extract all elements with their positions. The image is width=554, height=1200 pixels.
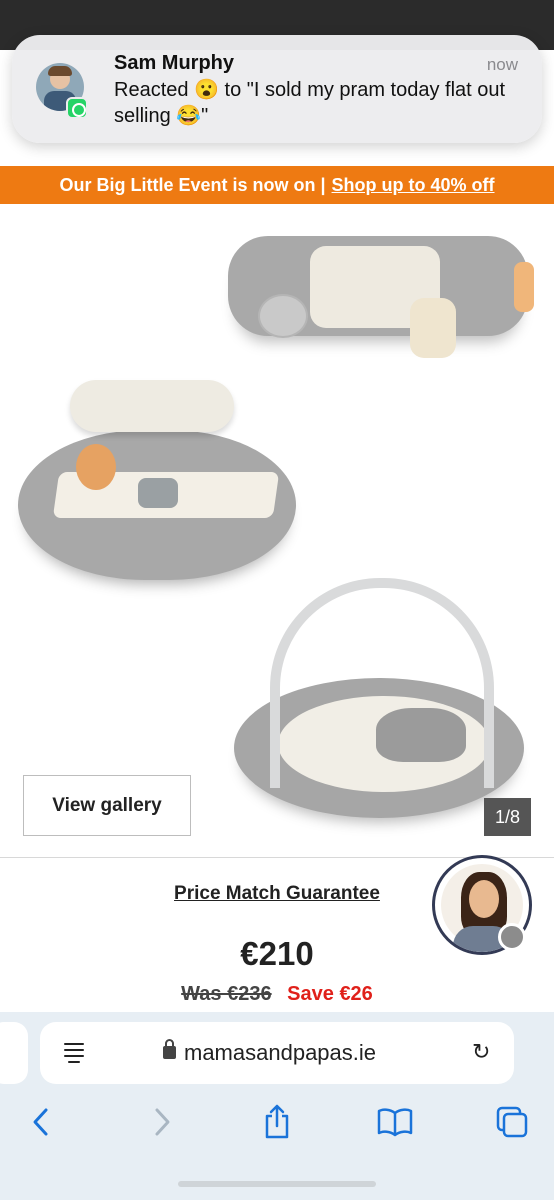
bookmarks-icon[interactable] xyxy=(373,1100,417,1144)
forward-icon[interactable] xyxy=(140,1100,184,1144)
view-gallery-button[interactable]: View gallery xyxy=(23,775,191,836)
reader-icon[interactable] xyxy=(64,1042,84,1064)
tabs-icon[interactable] xyxy=(490,1100,534,1144)
promo-text: Our Big Little Event is now on | xyxy=(59,174,326,195)
save-amount: Save €26 xyxy=(287,983,373,1005)
previous-tab-preview[interactable] xyxy=(0,1022,28,1084)
price-comparison: Was €236 Save €26 xyxy=(0,983,554,1006)
gallery-counter: 1/8 xyxy=(484,798,531,836)
notification-message: Reacted 😮 to "I sold my pram today flat … xyxy=(114,79,506,127)
tummy-time-roll-image xyxy=(228,228,534,358)
promo-link[interactable]: Shop up to 40% off xyxy=(332,175,495,196)
back-icon[interactable] xyxy=(19,1100,63,1144)
promo-banner[interactable]: Our Big Little Event is now on | Shop up… xyxy=(0,166,554,204)
current-price: €210 xyxy=(240,935,314,972)
product-gallery[interactable] xyxy=(0,204,554,854)
notification-time: now xyxy=(486,55,518,74)
share-icon[interactable] xyxy=(255,1100,299,1144)
was-price: Was €236 xyxy=(181,983,272,1005)
play-gym-image xyxy=(234,578,524,838)
whatsapp-notification[interactable]: Sam Murphy now Reacted 😮 to "I sold my p… xyxy=(12,35,542,143)
reload-icon[interactable]: ↻ xyxy=(472,1041,494,1063)
whatsapp-icon xyxy=(66,97,88,119)
url-text[interactable]: mamasandpapas.ie xyxy=(184,1040,376,1066)
home-indicator[interactable] xyxy=(178,1181,376,1187)
page: Sam Murphy now Reacted 😮 to "I sold my p… xyxy=(0,0,554,1200)
lock-icon xyxy=(163,1039,176,1059)
sit-seat-image xyxy=(18,380,298,580)
notification-sender: Sam Murphy xyxy=(114,52,235,74)
